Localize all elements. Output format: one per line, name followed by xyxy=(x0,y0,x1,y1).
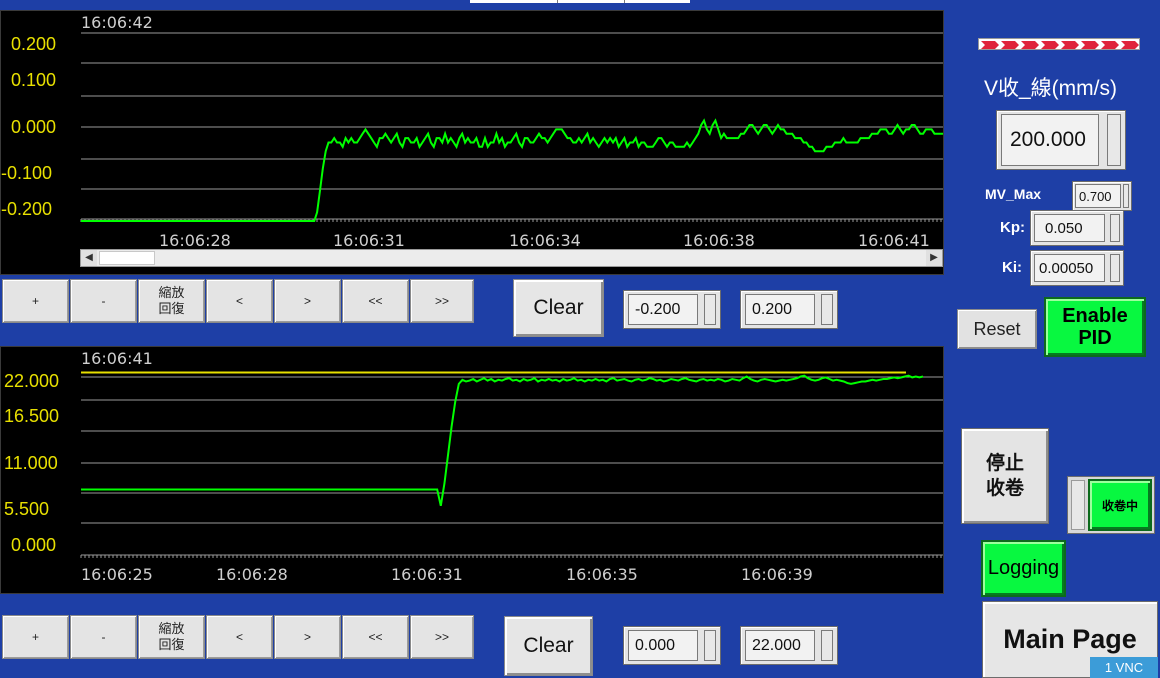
chart-2-ytick: 22.000 xyxy=(4,371,60,391)
y-min-value[interactable]: 0.000 xyxy=(628,630,698,661)
field-spin-knob[interactable] xyxy=(1110,254,1120,282)
scroll-prev-button[interactable]: < xyxy=(206,615,273,659)
top-strip xyxy=(470,0,690,3)
trend-chart-1: 16:06:42 0.200 0.100 0.000 -0.100 -0.200… xyxy=(0,10,944,275)
trend-chart-1-plot xyxy=(80,32,943,222)
y-min-field[interactable]: -0.200 xyxy=(623,290,721,329)
scroll-right-icon[interactable]: ▶ xyxy=(926,250,942,266)
enable-pid-button[interactable]: Enable PID xyxy=(1044,297,1146,357)
field-spin-knob[interactable] xyxy=(1110,214,1120,242)
field-spin-knob[interactable] xyxy=(1123,184,1129,208)
stop-winding-button[interactable]: 停止 收卷 xyxy=(961,428,1049,524)
chart-1-ytick: 0.200 xyxy=(11,34,57,54)
scroll-last-button[interactable]: >> xyxy=(410,279,474,323)
scroll-next-button[interactable]: > xyxy=(274,279,341,323)
stop-winding-label-line1: 停止 xyxy=(985,453,1024,474)
top-strip-divider xyxy=(557,0,558,3)
field-spin-knob[interactable] xyxy=(704,630,716,661)
speed-value[interactable]: 200.000 xyxy=(1001,114,1099,166)
chart-2-xtick: 16:06:25 xyxy=(81,565,153,584)
chart-1-time-label: 16:06:42 xyxy=(81,13,153,32)
stripe-pattern xyxy=(981,41,1139,49)
scrollbar-thumb[interactable] xyxy=(99,251,155,265)
chart-2-ytick: 16.500 xyxy=(4,406,60,426)
trend-series-line xyxy=(81,118,943,222)
field-spin-knob[interactable] xyxy=(1107,114,1121,166)
chart-2-time-label: 16:06:41 xyxy=(81,349,153,368)
chart-2-xtick: 16:06:28 xyxy=(216,565,288,584)
trend-chart-2-plot xyxy=(80,371,943,558)
status-stripe xyxy=(978,38,1140,50)
scroll-next-button[interactable]: > xyxy=(274,615,341,659)
field-spin-knob[interactable] xyxy=(821,630,833,661)
kp-field[interactable]: 0.050 xyxy=(1030,210,1124,246)
vnc-badge: 1 VNC xyxy=(1090,657,1158,678)
trend-chart-2: 16:06:41 22.000 16.500 11.000 5.500 0.00… xyxy=(0,346,944,594)
zoom-in-button[interactable]: + xyxy=(2,279,69,323)
chart-1-ytick: 0.100 xyxy=(11,70,57,90)
scroll-last-button[interactable]: >> xyxy=(410,615,474,659)
winding-status-indicator: 收卷中 xyxy=(1088,479,1152,531)
zoom-reset-button[interactable]: 縮放 回復 xyxy=(138,279,205,323)
mv-max-field[interactable]: 0.700 xyxy=(1072,181,1132,211)
chart-2-ytick: 0.000 xyxy=(11,535,57,555)
scroll-first-button[interactable]: << xyxy=(342,279,409,323)
chart-1-xtick: 16:06:38 xyxy=(683,231,755,250)
enable-pid-label-line2: PID xyxy=(1078,327,1112,349)
mv-max-value[interactable]: 0.700 xyxy=(1075,184,1121,208)
toggle-slot xyxy=(1071,480,1085,530)
y-max-field[interactable]: 0.200 xyxy=(740,290,838,329)
zoom-out-button[interactable]: - xyxy=(70,615,137,659)
reset-button[interactable]: Reset xyxy=(957,309,1037,349)
zoom-out-button[interactable]: - xyxy=(70,279,137,323)
logging-indicator[interactable]: Logging xyxy=(981,540,1066,597)
trend-series-line xyxy=(81,374,924,507)
clear-button[interactable]: Clear xyxy=(504,616,593,676)
field-spin-knob[interactable] xyxy=(704,294,716,325)
kp-label: Kp: xyxy=(1000,219,1025,236)
y-min-field[interactable]: 0.000 xyxy=(623,626,721,665)
chart-1-ytick: -0.100 xyxy=(1,163,53,183)
zoom-reset-button[interactable]: 縮放 回復 xyxy=(138,615,205,659)
chart-1-xtick: 16:06:34 xyxy=(509,231,581,250)
y-max-value[interactable]: 0.200 xyxy=(745,294,815,325)
ki-label: Ki: xyxy=(1002,259,1022,276)
y-max-value[interactable]: 22.000 xyxy=(745,630,815,661)
enable-pid-label-line1: Enable xyxy=(1062,305,1128,327)
chart-1-xtick: 16:06:41 xyxy=(858,231,930,250)
scroll-left-icon[interactable]: ◀ xyxy=(81,250,97,266)
speed-label: V收_線(mm/s) xyxy=(984,77,1117,100)
mv-max-label: MV_Max xyxy=(985,186,1042,202)
kp-value[interactable]: 0.050 xyxy=(1034,214,1105,242)
ki-value[interactable]: 0.00050 xyxy=(1034,254,1105,282)
scroll-prev-button[interactable]: < xyxy=(206,279,273,323)
y-max-field[interactable]: 22.000 xyxy=(740,626,838,665)
chart-1-xtick: 16:06:28 xyxy=(159,231,231,250)
zoom-in-button[interactable]: + xyxy=(2,615,69,659)
winding-toggle[interactable]: 收卷中 xyxy=(1067,476,1155,534)
field-spin-knob[interactable] xyxy=(821,294,833,325)
y-min-value[interactable]: -0.200 xyxy=(628,294,698,325)
chart-2-ytick: 5.500 xyxy=(4,499,50,519)
stop-winding-label-line2: 收卷 xyxy=(985,478,1024,499)
ki-field[interactable]: 0.00050 xyxy=(1030,250,1124,286)
scroll-first-button[interactable]: << xyxy=(342,615,409,659)
top-strip-divider xyxy=(624,0,625,3)
chart-2-ytick: 11.000 xyxy=(4,453,58,473)
speed-field[interactable]: 200.000 xyxy=(996,110,1126,170)
chart-1-scrollbar[interactable]: ◀ ▶ xyxy=(80,249,943,267)
chart-2-xtick: 16:06:31 xyxy=(391,565,463,584)
chart-1-xtick: 16:06:31 xyxy=(333,231,405,250)
chart-1-ytick: 0.000 xyxy=(11,117,57,137)
chart-2-xtick: 16:06:39 xyxy=(741,565,813,584)
chart-1-ytick: -0.200 xyxy=(1,199,53,219)
clear-button[interactable]: Clear xyxy=(513,279,604,337)
chart-2-xtick: 16:06:35 xyxy=(566,565,638,584)
